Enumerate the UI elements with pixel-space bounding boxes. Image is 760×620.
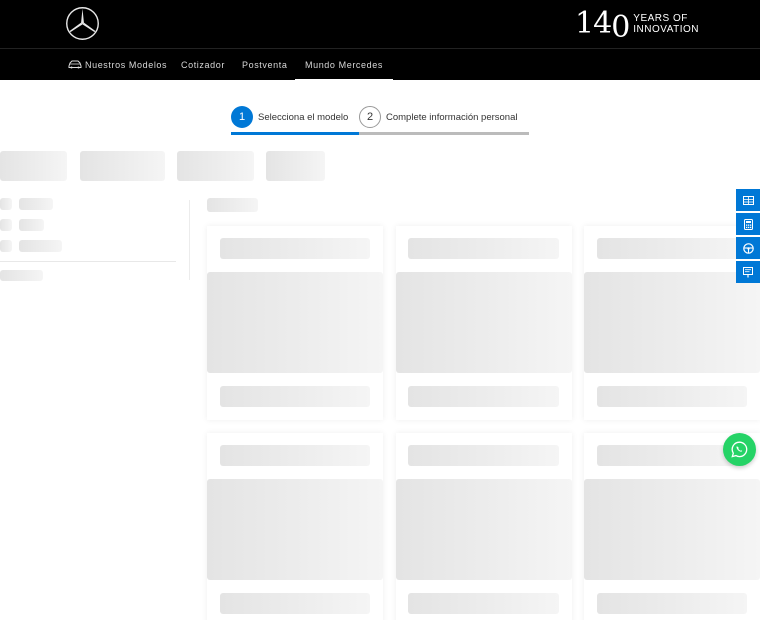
step-1[interactable]: 1 Selecciona el modelo [231, 106, 348, 128]
filter-pill-skeleton [0, 151, 67, 181]
card-footer-skeleton [597, 386, 747, 407]
top-header: 140 YEARS OF INNOVATION [0, 0, 760, 48]
nav-item-mundo-mercedes[interactable]: Mundo Mercedes [295, 49, 393, 81]
whatsapp-icon [731, 441, 748, 458]
car-icon [68, 60, 82, 69]
sidebar-checkbox-skeleton [0, 240, 12, 252]
filter-pill-skeleton [266, 151, 325, 181]
progress-track [231, 132, 529, 135]
results-count-skeleton [207, 198, 258, 212]
anniversary-badge: 140 YEARS OF INNOVATION [575, 5, 699, 43]
sidebar-label-skeleton [19, 198, 53, 210]
anniversary-number: 140 [575, 6, 630, 45]
nav-label-nuestros-modelos: Nuestros Modelos [85, 60, 168, 70]
whatsapp-button[interactable] [723, 433, 756, 466]
model-card-skeleton[interactable] [207, 433, 383, 620]
card-image-skeleton [396, 272, 572, 373]
sidebar-label-skeleton [19, 219, 44, 231]
sidebar-divider [0, 261, 176, 262]
card-footer-skeleton [220, 593, 370, 614]
card-title-skeleton [408, 238, 559, 259]
card-footer-skeleton [597, 593, 747, 614]
card-image-skeleton [584, 479, 760, 580]
side-tab-table[interactable] [736, 189, 760, 211]
sidebar-checkbox-skeleton [0, 219, 12, 231]
step-2[interactable]: 2 Complete información personal [359, 106, 517, 128]
stepper: 1 Selecciona el modelo 2 Complete inform… [231, 106, 529, 136]
filter-pill-skeleton [177, 151, 254, 181]
side-floating-tabs [736, 189, 760, 285]
nav-item-nuestros-modelos[interactable]: Nuestros Modelos [68, 49, 167, 81]
step-2-number: 2 [359, 106, 381, 128]
model-card-skeleton[interactable] [396, 226, 572, 420]
card-footer-skeleton [220, 386, 370, 407]
nav-item-cotizador[interactable]: Cotizador [181, 49, 225, 81]
main-nav: Nuestros Modelos Cotizador Postventa Mun… [0, 48, 760, 81]
sidebar-label-skeleton [0, 270, 43, 281]
model-card-skeleton[interactable] [207, 226, 383, 420]
test-drive-sign-icon [743, 266, 753, 277]
step-1-label: Selecciona el modelo [258, 111, 349, 123]
card-image-skeleton [584, 272, 760, 373]
sidebar-checkbox-skeleton [0, 198, 12, 210]
model-card-skeleton[interactable] [396, 433, 572, 620]
card-title-skeleton [220, 238, 370, 259]
mercedes-star-logo[interactable] [65, 6, 100, 41]
sidebar-label-skeleton [19, 240, 62, 252]
side-tab-calculator[interactable] [736, 213, 760, 235]
calculator-icon [743, 218, 753, 230]
nav-item-postventa[interactable]: Postventa [242, 49, 287, 81]
step-1-number: 1 [231, 106, 253, 128]
side-tab-test-drive[interactable] [736, 237, 760, 259]
anniversary-line2: INNOVATION [633, 24, 700, 35]
sidebar-vertical-divider [189, 200, 190, 280]
card-image-skeleton [207, 479, 383, 580]
calculator-table-icon [742, 195, 754, 205]
side-tab-sign[interactable] [736, 261, 760, 283]
progress-fill [231, 132, 359, 135]
card-title-skeleton [408, 445, 559, 466]
card-image-skeleton [207, 272, 383, 373]
filter-pill-skeleton [80, 151, 165, 181]
card-footer-skeleton [408, 593, 559, 614]
anniversary-line1: YEARS OF [633, 13, 688, 24]
card-title-skeleton [597, 238, 747, 259]
card-image-skeleton [396, 479, 572, 580]
model-card-skeleton[interactable] [584, 226, 760, 420]
step-2-label: Complete información personal [386, 111, 518, 123]
card-title-skeleton [220, 445, 370, 466]
card-footer-skeleton [408, 386, 559, 407]
steering-wheel-icon [742, 242, 754, 254]
